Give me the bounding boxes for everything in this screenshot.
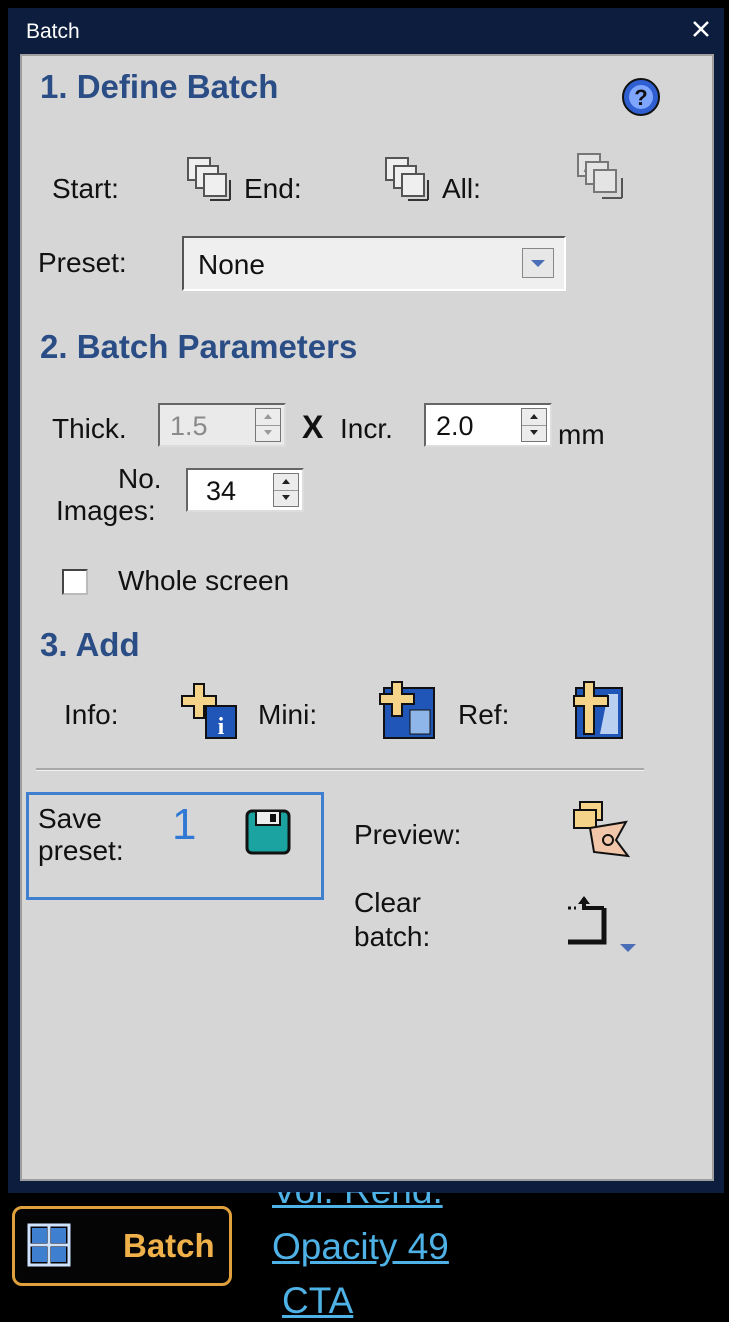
images-spin-buttons[interactable]	[273, 473, 299, 507]
help-icon[interactable]: ?	[620, 76, 662, 118]
dropdown-button[interactable]	[522, 248, 554, 278]
end-stack-icon[interactable]	[384, 156, 434, 204]
all-label: All:	[442, 173, 481, 204]
thick-label: Thick.	[52, 413, 127, 444]
all-stack-icon[interactable]: A	[576, 152, 628, 204]
thick-spin-buttons[interactable]	[255, 408, 281, 442]
ref-label: Ref:	[458, 699, 510, 730]
section-define-batch-title: 1. Define Batch	[40, 68, 279, 105]
arrow-up-icon	[530, 414, 538, 419]
mini-overlay-icon[interactable]	[376, 680, 438, 742]
incr-label: Incr.	[340, 413, 393, 444]
incr-value: 2.0	[436, 411, 474, 441]
incr-spin-buttons[interactable]	[521, 408, 547, 442]
chevron-down-icon	[531, 260, 545, 267]
incr-stepper[interactable]: 2.0	[424, 403, 552, 447]
incr-decrement-button[interactable]	[522, 425, 546, 441]
section-add-title: 3. Add	[40, 626, 140, 663]
whole-screen-checkbox[interactable]	[62, 569, 88, 595]
opacity-link[interactable]: Opacity 49	[272, 1226, 449, 1268]
cta-link[interactable]: CTA	[282, 1280, 353, 1322]
thick-value: 1.5	[170, 411, 208, 441]
preview-icon[interactable]	[570, 800, 634, 858]
thick-increment-button[interactable]	[256, 409, 280, 426]
chevron-down-icon	[620, 944, 636, 952]
images-increment-button[interactable]	[274, 474, 298, 491]
batch-panel: 1. Define Batch ? Start: End: All: A	[20, 54, 714, 1181]
ref-overlay-icon[interactable]	[570, 680, 628, 742]
thick-stepper[interactable]: 1.5	[158, 403, 286, 447]
window-titlebar[interactable]: Batch	[8, 8, 724, 54]
info-overlay-icon[interactable]: i	[180, 682, 238, 740]
step-marker: 1	[172, 800, 197, 849]
batch-button-label: Batch	[123, 1227, 215, 1264]
batch-window: Batch 1. Define Batch ? Start: End: All:…	[8, 8, 724, 1193]
section-divider	[36, 768, 644, 771]
images-stepper[interactable]: 34	[186, 468, 304, 512]
arrow-down-icon	[264, 430, 272, 435]
arrow-down-icon	[530, 430, 538, 435]
preset-label: Preset:	[38, 247, 127, 278]
svg-text:i: i	[218, 714, 225, 740]
times-separator: X	[302, 409, 324, 445]
svg-text:?: ?	[634, 85, 647, 110]
mini-label: Mini:	[258, 699, 318, 730]
window-title: Batch	[26, 20, 80, 43]
arrow-up-icon	[264, 414, 272, 419]
clear-batch-label-line2: batch:	[354, 921, 431, 952]
whole-screen-label: Whole screen	[118, 565, 290, 596]
floppy-disk-icon[interactable]	[244, 808, 292, 856]
preset-value: None	[198, 249, 265, 280]
end-label: End:	[244, 173, 302, 204]
section-batch-parameters-title: 2. Batch Parameters	[40, 328, 358, 365]
arrow-up-icon	[282, 479, 290, 484]
preview-label: Preview:	[354, 819, 462, 850]
thick-decrement-button[interactable]	[256, 425, 280, 441]
clear-batch-label-line1: Clear	[354, 887, 421, 918]
images-decrement-button[interactable]	[274, 490, 298, 506]
save-preset-label-line1: Save	[38, 803, 102, 834]
images-value: 34	[206, 476, 237, 506]
clear-batch-icon[interactable]	[564, 894, 646, 958]
batch-button[interactable]: Batch	[12, 1206, 232, 1286]
arrow-down-icon	[282, 495, 290, 500]
info-label: Info:	[64, 699, 119, 730]
preset-dropdown[interactable]: None	[182, 236, 566, 291]
no-label: No.	[118, 463, 162, 494]
incr-increment-button[interactable]	[522, 409, 546, 426]
start-label: Start:	[52, 173, 119, 204]
images-label: Images:	[56, 495, 156, 526]
save-preset-label-line2: preset:	[38, 835, 124, 866]
unit-label: mm	[558, 419, 605, 450]
close-icon[interactable]	[690, 18, 712, 40]
grid-layout-icon	[27, 1223, 71, 1267]
start-stack-icon[interactable]	[186, 156, 236, 204]
